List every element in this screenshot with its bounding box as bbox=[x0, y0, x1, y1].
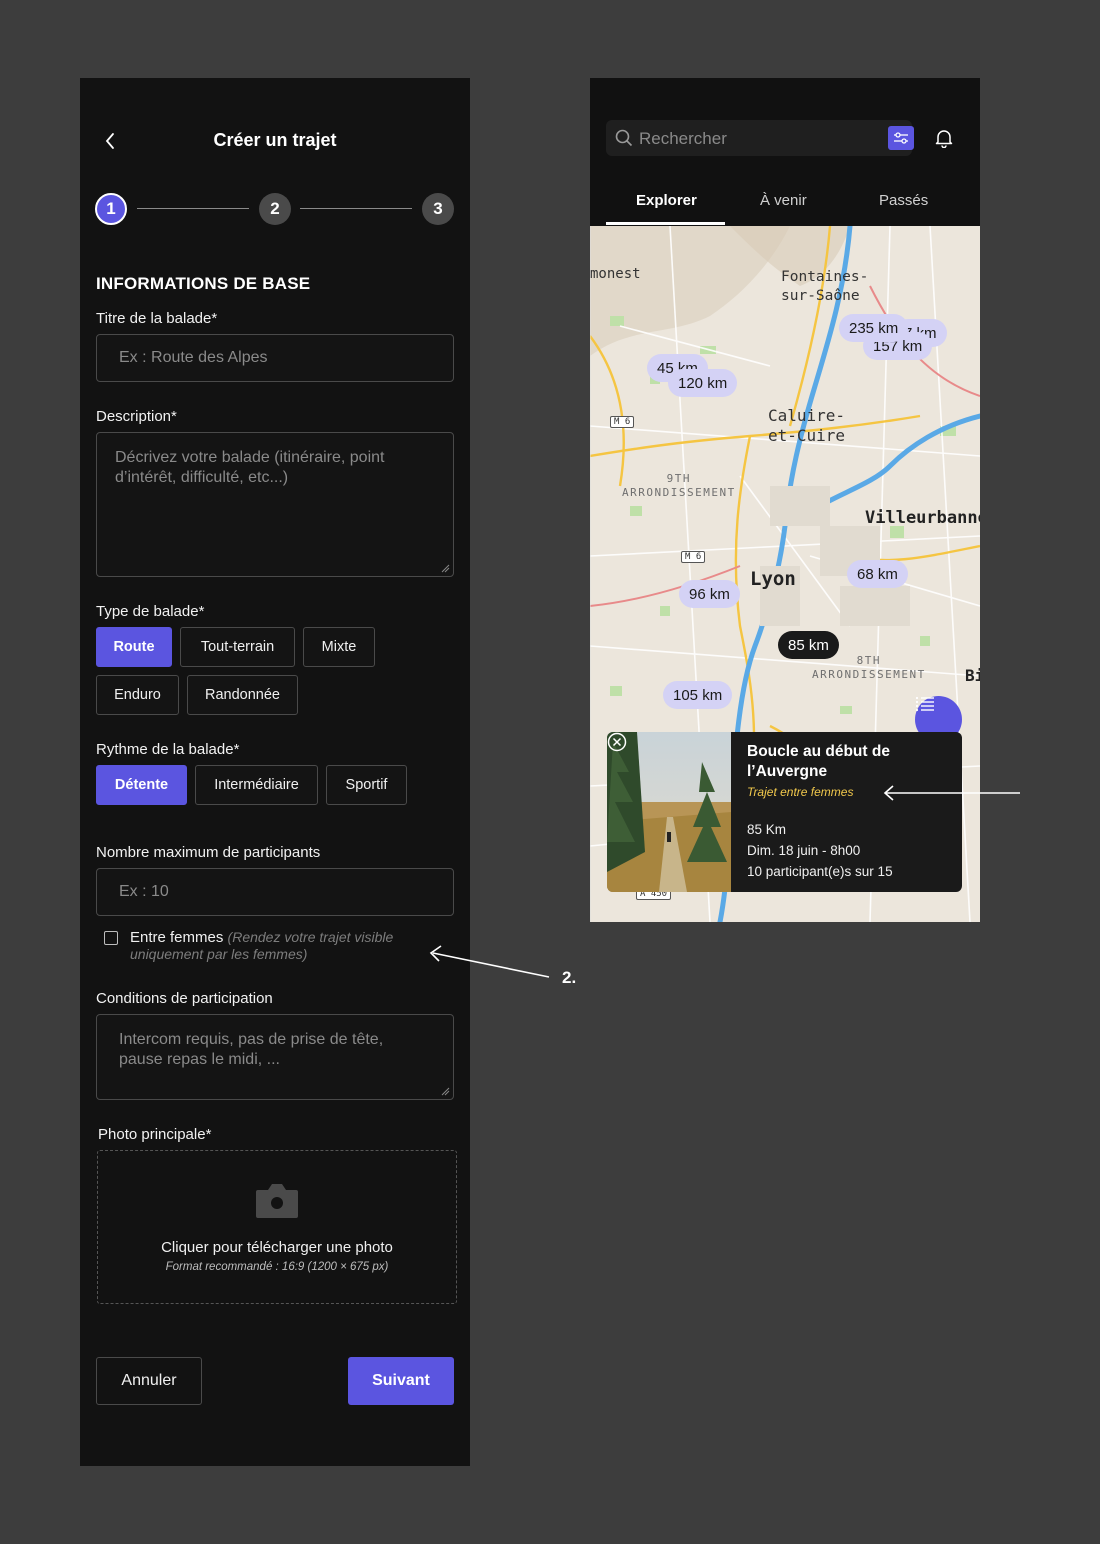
highway-shield-m6: M 6 bbox=[681, 551, 706, 563]
map-label-lyon: Lyon bbox=[750, 568, 796, 590]
camera-icon bbox=[256, 1184, 298, 1218]
conditions-placeholder: Intercom requis, pas de prise de tête, p… bbox=[119, 1030, 383, 1070]
map-label-9th-arrondissement: 9TH ARRONDISSEMENT bbox=[622, 472, 736, 500]
ride-card[interactable]: Boucle au début de l’Auvergne Trajet ent… bbox=[607, 732, 962, 892]
cancel-button[interactable]: Annuler bbox=[96, 1357, 202, 1405]
map-label-caluire-line-2: et-Cuire bbox=[768, 426, 846, 445]
resize-handle-icon[interactable] bbox=[440, 1086, 450, 1096]
step-1[interactable]: 1 bbox=[95, 193, 127, 225]
ride-title: Boucle au début de l’Auvergne bbox=[747, 743, 890, 780]
map-label-caluire: Caluire- et-Cuire bbox=[768, 406, 845, 446]
max-participants-placeholder: Ex : 10 bbox=[119, 883, 169, 900]
title-label: Titre de la balade* bbox=[96, 310, 218, 327]
women-only-label: Entre femmes (Rendez votre trajet visibl… bbox=[130, 929, 393, 946]
women-only-hint-line-2: uniquement par les femmes) bbox=[130, 946, 308, 962]
ride-date: Dim. 18 juin - 8h00 bbox=[747, 843, 861, 858]
step-connector bbox=[300, 208, 412, 209]
next-button[interactable]: Suivant bbox=[348, 1357, 454, 1405]
map-marker[interactable]: 68 km bbox=[847, 560, 908, 588]
upload-hint: Format recommandé : 16:9 (1200 × 675 px) bbox=[165, 1261, 389, 1273]
list-icon bbox=[915, 696, 934, 712]
women-only-checkbox[interactable] bbox=[104, 931, 118, 945]
map-label-9th-line-1: 9TH bbox=[666, 472, 692, 485]
section-title: INFORMATIONS DE BASE bbox=[96, 274, 311, 293]
type-chip-route[interactable]: Route bbox=[96, 627, 172, 667]
bell-icon[interactable] bbox=[934, 128, 954, 148]
description-placeholder-line-2: d’intérêt, difficulté, etc...) bbox=[115, 469, 289, 486]
pace-chip-sportif[interactable]: Sportif bbox=[326, 765, 407, 805]
map-label-caluire-line-1: Caluire- bbox=[768, 406, 846, 425]
map-label-8th-line-1: 8TH bbox=[856, 654, 882, 667]
step-2[interactable]: 2 bbox=[259, 193, 291, 225]
conditions-placeholder-line-2: pause repas le midi, ... bbox=[119, 1051, 280, 1068]
type-chip-randonnee[interactable]: Randonnée bbox=[187, 675, 298, 715]
description-textarea[interactable]: Décrivez votre balade (itinéraire, point… bbox=[96, 432, 454, 577]
annotation-number: 2. bbox=[562, 968, 577, 987]
title-input[interactable]: Ex : Route des Alpes bbox=[96, 334, 454, 382]
ride-photo bbox=[607, 732, 731, 892]
pace-chip-intermediaire[interactable]: Intermédiaire bbox=[195, 765, 318, 805]
filter-button[interactable] bbox=[888, 126, 914, 150]
map-label-9th-line-2: ARRONDISSEMENT bbox=[622, 486, 736, 499]
type-chip-tout-terrain[interactable]: Tout-terrain bbox=[180, 627, 295, 667]
map-label-villeurbanne: Villeurbanne bbox=[865, 508, 980, 528]
photo-upload-zone[interactable] bbox=[97, 1150, 457, 1304]
sliders-icon bbox=[894, 132, 908, 144]
description-placeholder: Décrivez votre balade (itinéraire, point… bbox=[115, 448, 384, 488]
map-marker[interactable]: 120 km bbox=[668, 369, 738, 397]
search-placeholder: Rechercher bbox=[639, 129, 727, 148]
map-label-fontaines-line-1: Fontaines- bbox=[781, 269, 869, 285]
step-3[interactable]: 3 bbox=[422, 193, 454, 225]
map-label-bi: Bi bbox=[965, 666, 980, 685]
max-participants-label: Nombre maximum de participants bbox=[96, 844, 321, 861]
page-title: Créer un trajet bbox=[213, 130, 337, 150]
map-marker[interactable]: 96 km bbox=[679, 580, 740, 608]
description-label: Description* bbox=[96, 408, 177, 425]
annotation-arrow bbox=[429, 945, 550, 978]
photo-label: Photo principale* bbox=[98, 1126, 212, 1143]
women-only-hint: (Rendez votre trajet visible bbox=[227, 929, 394, 945]
title-placeholder: Ex : Route des Alpes bbox=[119, 349, 268, 366]
map-marker[interactable]: 105 km bbox=[663, 681, 733, 709]
ride-participants: 10 participant(e)s sur 15 bbox=[747, 864, 893, 879]
tab-passes[interactable]: Passés bbox=[879, 192, 928, 209]
type-chip-mixte[interactable]: Mixte bbox=[303, 627, 375, 667]
type-chip-enduro[interactable]: Enduro bbox=[96, 675, 179, 715]
map-label-8th-line-2: ARRONDISSEMENT bbox=[812, 668, 926, 681]
map[interactable]: monest Fontaines- sur-Saône Caluire- et-… bbox=[590, 226, 980, 922]
ride-tag: Trajet entre femmes bbox=[747, 785, 854, 799]
annotation-arrow bbox=[883, 785, 1020, 801]
ride-distance: 85 Km bbox=[747, 822, 787, 837]
map-label-fontaines: Fontaines- sur-Saône bbox=[781, 268, 868, 306]
upload-text: Cliquer pour télécharger une photo bbox=[161, 1239, 393, 1256]
highway-shield-m6: M 6 bbox=[610, 416, 635, 428]
search-bar[interactable]: Rechercher bbox=[606, 120, 914, 156]
conditions-textarea[interactable]: Intercom requis, pas de prise de tête, p… bbox=[96, 1014, 454, 1100]
map-label-fontaines-line-2: sur-Saône bbox=[781, 288, 860, 304]
max-participants-input[interactable]: Ex : 10 bbox=[96, 868, 454, 916]
description-placeholder-line-1: Décrivez votre balade (itinéraire, point bbox=[115, 449, 385, 466]
tab-active-indicator bbox=[606, 222, 725, 225]
pace-chip-detente[interactable]: Détente bbox=[96, 765, 187, 805]
pace-label: Rythme de la balade* bbox=[96, 741, 240, 758]
conditions-label: Conditions de participation bbox=[96, 990, 273, 1007]
tab-explorer[interactable]: Explorer bbox=[636, 192, 697, 209]
search-icon bbox=[615, 129, 633, 147]
type-label: Type de balade* bbox=[96, 603, 205, 620]
step-connector bbox=[137, 208, 249, 209]
map-label-monest: monest bbox=[590, 266, 641, 282]
map-marker[interactable]: 235 km bbox=[839, 314, 909, 342]
conditions-placeholder-line-1: Intercom requis, pas de prise de tête, bbox=[119, 1031, 384, 1048]
resize-handle-icon[interactable] bbox=[440, 563, 450, 573]
map-marker-selected[interactable]: 85 km bbox=[778, 631, 839, 659]
women-only-text: Entre femmes bbox=[130, 929, 224, 946]
tab-a-venir[interactable]: À venir bbox=[760, 192, 807, 209]
close-circle-icon[interactable] bbox=[607, 732, 627, 752]
